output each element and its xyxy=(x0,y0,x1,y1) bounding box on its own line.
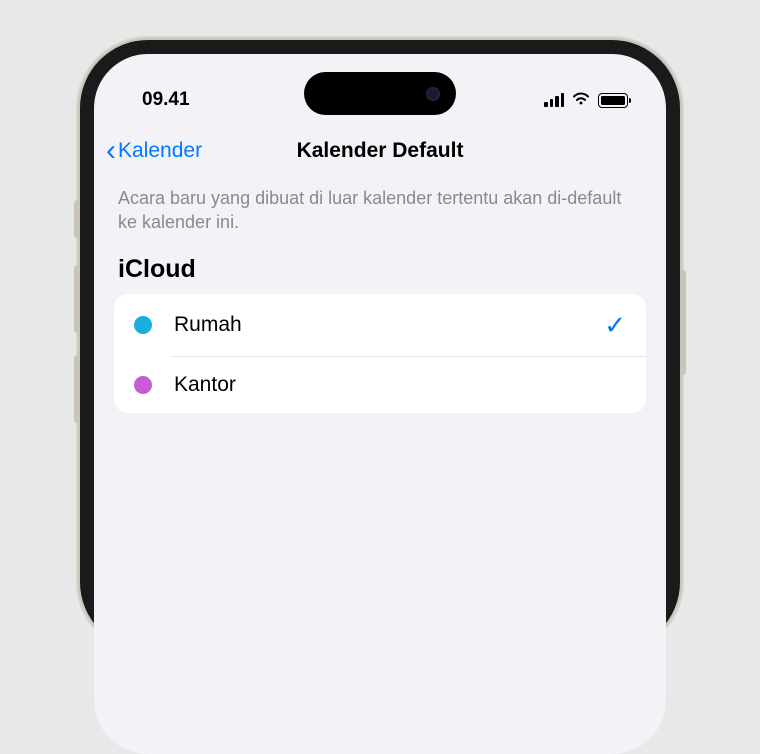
battery-icon xyxy=(598,93,628,108)
phone-volume-up xyxy=(74,265,80,333)
calendar-color-dot-icon xyxy=(134,376,152,394)
section-header-icloud: iCloud xyxy=(94,255,666,294)
checkmark-icon: ✓ xyxy=(604,310,626,341)
calendar-option-label: Kantor xyxy=(174,373,626,397)
calendar-option-rumah[interactable]: Rumah ✓ xyxy=(114,294,646,357)
phone-power-button xyxy=(680,270,686,375)
phone-device-frame: 09.41 ‹ Kal xyxy=(80,40,680,650)
phone-volume-down xyxy=(74,355,80,423)
phone-side-button xyxy=(74,200,80,238)
cellular-signal-icon xyxy=(544,93,564,107)
chevron-left-icon: ‹ xyxy=(106,136,116,166)
section-description: Acara baru yang dibuat di luar kalender … xyxy=(94,182,666,255)
wifi-icon xyxy=(571,90,591,111)
dynamic-island xyxy=(304,72,456,115)
status-time: 09.41 xyxy=(142,89,190,111)
calendar-list: Rumah ✓ Kantor xyxy=(114,294,646,413)
status-indicators xyxy=(544,90,628,111)
calendar-option-label: Rumah xyxy=(174,313,604,337)
phone-screen: 09.41 ‹ Kal xyxy=(94,54,666,754)
calendar-color-dot-icon xyxy=(134,316,152,334)
back-button-label: Kalender xyxy=(118,139,202,163)
navigation-bar: ‹ Kalender Kalender Default xyxy=(94,122,666,182)
page-title: Kalender Default xyxy=(297,139,464,163)
back-button[interactable]: ‹ Kalender xyxy=(106,136,202,166)
calendar-option-kantor[interactable]: Kantor xyxy=(114,357,646,413)
front-camera-icon xyxy=(426,87,440,101)
